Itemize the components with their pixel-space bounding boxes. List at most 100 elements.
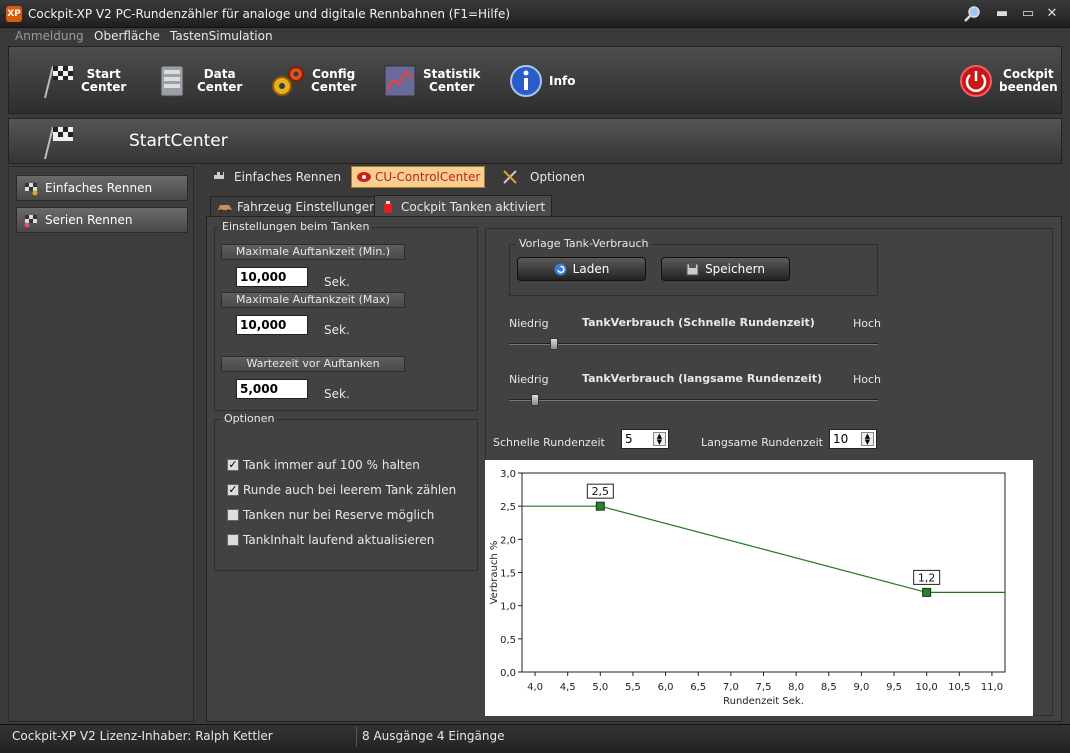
x-tick-label: 8,5	[821, 682, 837, 693]
x-tick-label: 6,5	[690, 682, 706, 693]
gears-icon	[272, 66, 304, 96]
statistics-icon	[384, 65, 416, 97]
sidebar: Einfaches Rennen Serien Rennen	[8, 166, 194, 722]
wait-before-refuel-label: Wartezeit vor Auftanken	[221, 356, 405, 372]
checkbox-empty-tank-lap[interactable]: ✓ Runde auch bei leerem Tank zählen	[227, 483, 456, 497]
slow-laptime-stepper[interactable]: 10 ▲ ▼	[829, 429, 877, 449]
title-bar: XP Cockpit-XP V2 PC-Rundenzähler für ana…	[0, 0, 1070, 28]
slider1-high-label: Hoch	[853, 317, 882, 330]
config-center-button[interactable]: Config Center	[269, 53, 356, 109]
y-tick-label: 2,5	[500, 502, 516, 513]
menu-tastensimulation[interactable]: TastenSimulation	[170, 29, 273, 43]
x-tick-label: 4,5	[560, 682, 576, 693]
race-icon	[25, 183, 38, 196]
slider2-thumb[interactable]	[531, 394, 540, 406]
slider2-track[interactable]	[509, 399, 878, 401]
tab-fahrzeug-einstellungen[interactable]: Fahrzeug Einstellungen	[210, 196, 384, 217]
menu-anmeldung[interactable]: Anmeldung	[15, 29, 84, 43]
slider1-low-label: Niedrig	[509, 317, 549, 330]
x-tick-label: 8,0	[788, 682, 804, 693]
x-axis-label: Rundenzeit Sek.	[723, 696, 804, 707]
main-tabs: Einfaches Rennen CU-ControlCenter Option…	[200, 166, 1062, 188]
x-tick-label: 5,5	[625, 682, 641, 693]
database-icon	[160, 65, 184, 97]
statistik-center-button[interactable]: Statistik Center	[381, 53, 480, 109]
options-label: Optionen	[221, 412, 278, 425]
checkered-flag-icon	[44, 126, 73, 160]
tab-optionen[interactable]: Optionen	[498, 166, 589, 188]
main-toolbar: Start Center Data Center Config Center S…	[8, 46, 1062, 114]
y-tick-label: 1,5	[500, 569, 516, 580]
unit-label: Sek.	[324, 323, 350, 337]
slider2-title: TankVerbrauch (langsame Rundenzeit)	[582, 372, 823, 385]
start-center-button[interactable]: Start Center	[39, 53, 126, 109]
stepper-arrows-icon[interactable]: ▲ ▼	[861, 432, 874, 446]
status-bar: Cockpit-XP V2 Lizenz-Inhaber: Ralph Kett…	[0, 724, 1070, 753]
tab-cu-controlcenter[interactable]: CU-ControlCenter	[351, 166, 486, 188]
max-refuel-min-input[interactable]: 10,000	[236, 267, 308, 287]
max-refuel-max-input[interactable]: 10,000	[236, 315, 308, 335]
y-tick-label: 2,0	[500, 535, 516, 546]
slider2-high-label: Hoch	[853, 373, 882, 386]
x-tick-label: 9,5	[886, 682, 902, 693]
tab-einfaches-rennen[interactable]: Einfaches Rennen	[208, 166, 345, 188]
slider1-thumb[interactable]	[549, 338, 558, 350]
wait-before-refuel-input[interactable]: 5,000	[236, 379, 308, 399]
checkbox-tank-100[interactable]: ✓ Tank immer auf 100 % halten	[227, 458, 420, 472]
sub-tabs: Fahrzeug Einstellungen Cockpit Tanken ak…	[206, 195, 1062, 217]
slider1-title: TankVerbrauch (Schnelle Rundenzeit)	[582, 316, 815, 329]
x-tick-label: 11,0	[981, 682, 1003, 693]
quit-button[interactable]: Cockpit beenden	[957, 53, 1058, 109]
tab-cockpit-tanken[interactable]: Cockpit Tanken aktiviert	[374, 195, 553, 217]
consumption-chart-svg: 0,0 0,5 1,0 1,5 2,0 2,5 3,0 4,0 4,5 5,0 5,5 6,0 6,5 7…	[489, 469, 1006, 707]
minimize-icon[interactable]: ▬	[992, 5, 1012, 23]
power-icon	[960, 65, 992, 97]
refuel-settings-label: Einstellungen beim Tanken	[219, 220, 373, 233]
sidebar-item-einfaches-rennen[interactable]: Einfaches Rennen	[16, 175, 188, 201]
slider1-track[interactable]	[509, 343, 878, 345]
close-icon[interactable]: ✕	[1042, 5, 1062, 23]
car-icon	[218, 205, 232, 213]
x-tick-label: 4,0	[527, 682, 543, 693]
data-label: 2,5	[592, 485, 610, 498]
save-icon	[686, 263, 699, 275]
maximize-icon[interactable]: ▭	[1018, 5, 1038, 23]
max-refuel-max-label: Maximale Auftankzeit (Max)	[221, 292, 405, 308]
info-button[interactable]: Info	[507, 53, 575, 109]
search-icon[interactable]	[962, 5, 982, 23]
checkered-flag-icon	[44, 65, 73, 99]
app-icon: XP	[6, 6, 22, 22]
x-tick-label: 5,0	[592, 682, 608, 693]
slider2-low-label: Niedrig	[509, 373, 549, 386]
sidebar-item-serien-rennen[interactable]: Serien Rennen	[16, 207, 188, 233]
tools-icon	[503, 170, 517, 184]
fast-laptime-stepper[interactable]: 5 ▲ ▼	[621, 429, 669, 449]
y-axis-label: Verbrauch %	[489, 541, 500, 605]
y-tick-label: 3,0	[500, 469, 516, 480]
menu-bar: Anmeldung Oberfläche TastenSimulation	[0, 28, 1070, 46]
page-header: StartCenter	[8, 118, 1062, 164]
x-tick-label: 7,0	[723, 682, 739, 693]
save-button[interactable]: Speichern	[661, 257, 790, 281]
stepper-arrows-icon[interactable]: ▲ ▼	[653, 432, 666, 446]
x-tick-label: 9,0	[853, 682, 869, 693]
x-tick-label: 10,5	[948, 682, 970, 693]
checkbox-tank-update[interactable]: TankInhalt laufend aktualisieren	[227, 533, 434, 547]
data-point	[922, 587, 932, 597]
data-center-button[interactable]: Data Center	[155, 53, 242, 109]
page-title: StartCenter	[129, 131, 228, 151]
data-label: 1,2	[918, 571, 936, 584]
info-icon	[510, 65, 542, 97]
fuel-can-icon	[384, 200, 392, 213]
license-text: Cockpit-XP V2 Lizenz-Inhaber: Ralph Kett…	[12, 729, 273, 743]
data-point	[595, 501, 605, 511]
io-text: 8 Ausgänge 4 Eingänge	[362, 729, 505, 743]
race-icon	[214, 172, 224, 179]
max-refuel-min-label: Maximale Auftankzeit (Min.)	[221, 244, 405, 260]
series-icon	[24, 215, 37, 228]
load-button[interactable]: Laden	[517, 257, 646, 281]
checkbox-refuel-reserve[interactable]: Tanken nur bei Reserve möglich	[227, 508, 434, 522]
consumption-chart: 0,0 0,5 1,0 1,5 2,0 2,5 3,0 4,0 4,5 5,0 5,5 6,0 6,5 7…	[485, 460, 1033, 716]
x-tick-label: 10,0	[916, 682, 938, 693]
menu-oberflaeche[interactable]: Oberfläche	[94, 29, 160, 43]
